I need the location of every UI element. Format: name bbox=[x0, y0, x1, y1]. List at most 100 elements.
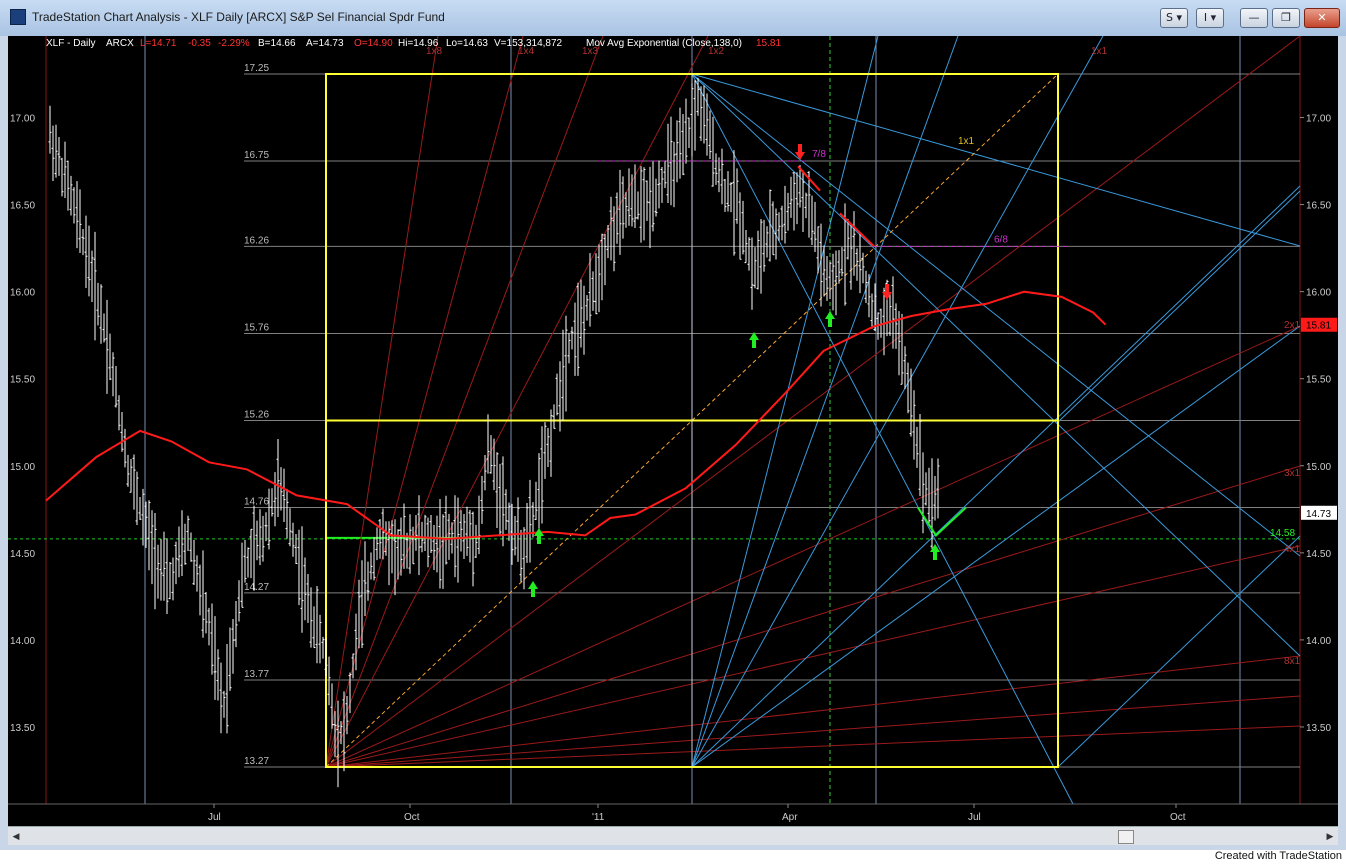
ohlc-bar bbox=[474, 524, 478, 558]
status-bar: Created with TradeStation bbox=[0, 850, 1346, 864]
chart-header: XLF - Daily ARCX L=14.71 -0.35 -2.29% B=… bbox=[46, 38, 781, 49]
gann-fan-red-line bbox=[325, 35, 604, 768]
ohlc-bar bbox=[708, 110, 712, 160]
window-title: TradeStation Chart Analysis - XLF Daily … bbox=[32, 10, 445, 24]
ohlc-bar bbox=[222, 690, 226, 718]
ohlc-bar bbox=[840, 247, 844, 277]
ohlc-bar bbox=[228, 627, 232, 691]
ohlc-bar bbox=[186, 515, 190, 552]
ohlc-bar bbox=[99, 284, 103, 344]
header-indicator-value: 15.81 bbox=[756, 38, 781, 49]
ohlc-bar bbox=[636, 191, 640, 220]
gann-label: 4x1 bbox=[1284, 544, 1301, 555]
ohlc-bar bbox=[924, 472, 928, 506]
ohlc-bar bbox=[63, 141, 67, 198]
scroll-thumb[interactable] bbox=[1118, 830, 1134, 844]
ohlc-bar bbox=[291, 522, 295, 557]
ohlc-bar bbox=[867, 274, 871, 318]
ohlc-bar bbox=[720, 148, 724, 205]
ohlc-bar bbox=[471, 511, 475, 587]
gann-fan-red-line bbox=[325, 325, 1301, 768]
ohlc-bar bbox=[501, 456, 505, 547]
last-price-label: 14.73 bbox=[1306, 509, 1331, 520]
ohlc-bar bbox=[318, 614, 322, 664]
ohlc-bar bbox=[132, 454, 136, 510]
gann-fan-blue-line bbox=[691, 73, 1301, 557]
up-arrow-1 bbox=[534, 528, 544, 544]
ohlc-bar bbox=[198, 564, 202, 616]
ohlc-bar bbox=[792, 172, 796, 231]
ohlc-bar bbox=[600, 233, 604, 301]
y-tick-label-left: 17.00 bbox=[10, 114, 35, 125]
ohlc-bar bbox=[174, 541, 178, 585]
ohlc-bar bbox=[657, 160, 661, 209]
ohlc-bar bbox=[60, 157, 64, 197]
ohlc-bar bbox=[789, 176, 793, 218]
ohlc-bar bbox=[351, 653, 355, 679]
chart-area[interactable]: 17.25 16.75 16.26 15.76 15.26 14.76 14.27 13.77… bbox=[8, 35, 1338, 826]
x-tick-label: Jul bbox=[968, 812, 981, 823]
ema-price-label: 15.81 bbox=[1306, 321, 1331, 332]
up-arrow-2 bbox=[528, 581, 538, 597]
ohlc-bar bbox=[444, 495, 448, 565]
i-menu-button[interactable]: I ▾ bbox=[1196, 8, 1224, 28]
ohlc-bar bbox=[495, 452, 499, 529]
ohlc-bar bbox=[408, 514, 412, 574]
level-label: 16.75 bbox=[244, 150, 269, 161]
price-axis-bg bbox=[1301, 36, 1338, 804]
ohlc-bar bbox=[537, 453, 541, 539]
gann-label: 8x1 bbox=[1284, 656, 1301, 667]
ohlc-bar bbox=[624, 192, 628, 228]
ohlc-bar bbox=[297, 529, 301, 606]
ohlc-bar bbox=[189, 532, 193, 562]
ohlc-bar bbox=[561, 329, 565, 421]
ohlc-bar bbox=[435, 515, 439, 573]
y-tick-label-left: 16.50 bbox=[10, 201, 35, 212]
ohlc-bar bbox=[441, 514, 445, 589]
ohlc-bar bbox=[552, 404, 556, 429]
ohlc-bar bbox=[912, 390, 916, 460]
gann-fan-blue-line bbox=[691, 73, 1301, 247]
up-arrow-icon bbox=[749, 332, 759, 348]
ohlc-bar bbox=[462, 514, 466, 559]
ohlc-bar bbox=[786, 192, 790, 231]
restore-button[interactable]: ❐ bbox=[1272, 8, 1300, 28]
gann-fan-blue-line bbox=[1057, 535, 1301, 768]
ohlc-bar bbox=[81, 228, 85, 256]
ohlc-bar bbox=[240, 542, 244, 608]
ohlc-bar bbox=[411, 526, 415, 565]
scroll-left-icon[interactable]: ◀ bbox=[10, 830, 22, 842]
ohlc-bar bbox=[687, 117, 691, 148]
ohlc-bar bbox=[693, 80, 697, 151]
gann-fan-blue-line bbox=[691, 35, 1104, 768]
ohlc-bar bbox=[429, 515, 433, 553]
ohlc-bar bbox=[96, 282, 100, 326]
header-high: Hi=14.96 bbox=[398, 38, 439, 49]
ohlc-bar bbox=[711, 116, 715, 187]
ohlc-bar bbox=[204, 592, 208, 634]
ohlc-bar bbox=[918, 414, 922, 496]
ohlc-bar bbox=[765, 226, 769, 258]
gann-label: 3x1 bbox=[1284, 468, 1301, 479]
ema-line bbox=[45, 290, 1107, 540]
ohlc-bar bbox=[921, 452, 925, 534]
ohlc-bar bbox=[336, 700, 340, 788]
close-button[interactable]: ✕ bbox=[1304, 8, 1340, 28]
ohlc-bar bbox=[564, 315, 568, 412]
level-label: 16.26 bbox=[244, 235, 269, 246]
minimize-button[interactable]: — bbox=[1240, 8, 1268, 28]
scroll-right-icon[interactable]: ▶ bbox=[1324, 830, 1336, 842]
ohlc-bar bbox=[72, 187, 76, 224]
s-menu-button[interactable]: S ▾ bbox=[1160, 8, 1188, 28]
ohlc-bar bbox=[447, 513, 451, 560]
header-exchange: ARCX bbox=[106, 38, 134, 49]
ohlc-bar bbox=[747, 237, 751, 271]
ohlc-bar bbox=[882, 287, 886, 356]
ohlc-bar bbox=[891, 276, 895, 349]
y-tick-label: 14.00 bbox=[1306, 636, 1331, 647]
ohlc-bar bbox=[642, 167, 646, 241]
ohlc-bar bbox=[270, 488, 274, 517]
up-arrow-icon bbox=[534, 528, 544, 544]
price-chart[interactable]: 17.25 16.75 16.26 15.76 15.26 14.76 14.27 13.77… bbox=[8, 35, 1338, 826]
horizontal-scrollbar[interactable]: ◀ ▶ bbox=[8, 826, 1338, 845]
